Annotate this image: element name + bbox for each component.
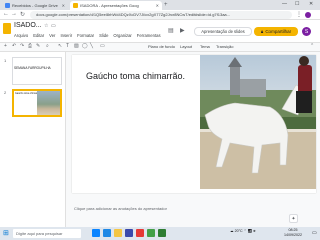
- present-button[interactable]: Apresentação de slides: [194, 27, 252, 36]
- present-label: Apresentação de slides: [201, 29, 245, 34]
- slide-title-text[interactable]: Gaúcho toma chimarrão.: [86, 71, 185, 81]
- app-icon[interactable]: [136, 229, 144, 237]
- redo-icon[interactable]: ↷: [20, 43, 24, 49]
- thumbnail-number: 1: [4, 58, 7, 63]
- slide-thumbnail-1[interactable]: [12, 57, 62, 85]
- explore-icon[interactable]: ✦: [289, 214, 298, 223]
- comments-icon[interactable]: ▤: [168, 27, 174, 34]
- minimize-icon[interactable]: —: [282, 1, 287, 7]
- share-label: Compartilhar: [265, 29, 292, 34]
- volume-icon: 🔊︎: [253, 229, 256, 233]
- maximize-icon[interactable]: ☐: [295, 1, 299, 7]
- text-box-icon[interactable]: T: [66, 43, 69, 49]
- lock-icon: 🔒︎: [260, 29, 264, 34]
- close-window-icon[interactable]: ✕: [309, 1, 313, 7]
- line-icon[interactable]: ╲: [90, 43, 93, 49]
- extensions-icon[interactable]: ⋮: [296, 11, 302, 18]
- tray-arrow-icon: ⌃: [243, 229, 247, 233]
- select-icon[interactable]: ↖: [58, 43, 62, 49]
- network-icon: 📶︎: [247, 229, 253, 233]
- layout-button[interactable]: Layout: [180, 44, 192, 49]
- slides-logo-icon[interactable]: [3, 23, 11, 34]
- reload-icon[interactable]: ↻: [20, 11, 25, 18]
- horse-rider-photo[interactable]: [200, 55, 316, 189]
- menu-item-ver[interactable]: Ver: [49, 33, 55, 38]
- clock-date: 14/09/2022: [284, 232, 302, 237]
- file-explorer-icon[interactable]: [114, 229, 122, 237]
- app-green-icon[interactable]: [158, 229, 166, 237]
- system-tray[interactable]: ☁ 20°C ⌃ 📶︎ 🔊︎: [230, 229, 255, 233]
- windows-start-icon[interactable]: ⊞: [3, 229, 9, 237]
- drive-favicon-icon: [5, 3, 10, 8]
- menu-item-inserir[interactable]: Inserir: [60, 33, 72, 38]
- thumbnail-number: 2: [4, 90, 7, 95]
- shape-icon[interactable]: ◯: [82, 43, 88, 49]
- menu-item-formatar[interactable]: Formatar: [77, 33, 94, 38]
- tab-slides[interactable]: ISADORA - Apresentações Goog ✕: [70, 1, 162, 10]
- forward-icon[interactable]: →: [11, 11, 17, 17]
- task-view-icon[interactable]: [92, 229, 100, 237]
- slides-favicon-icon: [73, 3, 78, 8]
- notifications-icon[interactable]: ▭: [312, 230, 317, 236]
- menu-item-slide[interactable]: Slide: [99, 33, 108, 38]
- weather-text: 20°C: [234, 229, 243, 233]
- back-icon[interactable]: ←: [3, 11, 9, 17]
- tab-google-drive[interactable]: Recebidos - Google Drive ✕: [2, 1, 68, 10]
- tab-label: Recebidos - Google Drive: [12, 3, 58, 8]
- zoom-icon[interactable]: ⌕: [46, 43, 49, 49]
- move-folder-icon[interactable]: ▭: [51, 23, 56, 29]
- speaker-notes-placeholder[interactable]: Clique para adicionar as anotações do ap…: [74, 206, 167, 211]
- star-icon[interactable]: ☆: [44, 23, 48, 29]
- avatar[interactable]: S: [302, 27, 311, 36]
- menu-bar: Arquivo Editar Ver Inserir Formatar Slid…: [14, 33, 161, 38]
- new-tab-icon[interactable]: +: [164, 2, 168, 8]
- image-icon[interactable]: ▨: [74, 43, 79, 49]
- tab-label: ISADORA - Apresentações Goog: [80, 3, 139, 8]
- new-slide-icon[interactable]: +: [4, 43, 7, 49]
- background-button[interactable]: Plano de fundo: [148, 44, 175, 49]
- close-tab-icon[interactable]: ✕: [156, 3, 159, 8]
- document-title[interactable]: ISADO...: [14, 22, 42, 29]
- collapse-toolbar-icon[interactable]: ⌃: [310, 43, 314, 49]
- undo-icon[interactable]: ↶: [12, 43, 16, 49]
- print-icon[interactable]: ⎙: [28, 43, 32, 49]
- close-tab-icon[interactable]: ✕: [62, 3, 65, 8]
- menu-item-ferramentas[interactable]: Ferramentas: [137, 33, 161, 38]
- store-icon[interactable]: [125, 229, 133, 237]
- menu-item-arquivo[interactable]: Arquivo: [14, 33, 28, 38]
- share-button[interactable]: 🔒︎ Compartilhar: [254, 27, 298, 36]
- paint-format-icon[interactable]: ✎: [36, 43, 40, 49]
- theme-button[interactable]: Tema: [200, 44, 210, 49]
- thumbnail-photo: [37, 91, 60, 115]
- profile-icon[interactable]: [305, 12, 311, 18]
- edge-icon[interactable]: [103, 229, 111, 237]
- menu-item-editar[interactable]: Editar: [33, 33, 44, 38]
- weather-icon: ☁: [230, 229, 234, 233]
- photo-graphic: [200, 55, 316, 189]
- transition-button[interactable]: Transição: [216, 44, 233, 49]
- chrome-icon[interactable]: [147, 229, 155, 237]
- url-input[interactable]: docs.google.com/presentation/d/1Q5eel8rh…: [30, 11, 292, 19]
- taskbar-search-input[interactable]: Digite aqui para pesquisar: [13, 229, 81, 238]
- thumbnail-title: SEMANA FARROUPILHA: [14, 66, 51, 70]
- taskbar-clock[interactable]: 08:25 14/09/2022: [284, 228, 302, 237]
- menu-item-organizar[interactable]: Organizar: [113, 33, 131, 38]
- comment-add-icon[interactable]: ▭: [100, 43, 105, 49]
- meet-icon[interactable]: ▶: [180, 27, 185, 34]
